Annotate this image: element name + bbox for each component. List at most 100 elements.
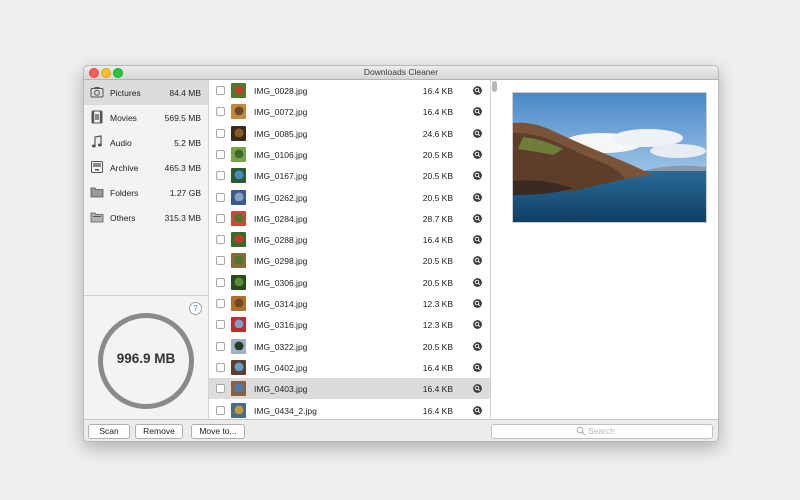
file-checkbox[interactable] (216, 128, 225, 138)
magnify-icon[interactable] (473, 107, 482, 117)
sidebar-item-audio[interactable]: Audio 5.2 MB (84, 130, 208, 155)
file-thumbnail (231, 338, 246, 354)
magnify-icon[interactable] (473, 299, 482, 308)
file-name: IMG_0167.jpg (254, 171, 308, 182)
file-size: 20.5 KB (422, 192, 453, 203)
file-checkbox[interactable] (216, 149, 225, 159)
file-thumbnail (231, 232, 246, 248)
file-thumbnail (231, 359, 246, 375)
file-row[interactable]: IMG_0085.jpg 24.6 KB (209, 123, 490, 144)
magnify-icon[interactable] (473, 149, 482, 159)
remove-button[interactable]: Remove (135, 424, 183, 439)
magnify-icon[interactable] (473, 320, 482, 330)
file-name: IMG_0434_2.jpg (254, 405, 317, 416)
file-checkbox[interactable] (216, 107, 225, 117)
file-checkbox[interactable] (216, 256, 225, 266)
file-row[interactable]: IMG_0316.jpg 12.3 KB (209, 314, 490, 335)
file-size: 16.4 KB (422, 86, 453, 96)
file-row[interactable]: IMG_0262.jpg 20.5 KB (209, 187, 490, 208)
magnify-icon[interactable] (473, 192, 482, 202)
file-thumbnail (231, 83, 246, 98)
file-checkbox[interactable] (216, 320, 225, 330)
file-row[interactable]: IMG_0028.jpg 16.4 KB (209, 80, 490, 101)
magnify-icon[interactable] (473, 171, 482, 181)
file-thumbnail (231, 317, 246, 333)
file-size: 16.4 KB (422, 235, 453, 246)
title-bar: Downloads Cleaner (84, 66, 718, 80)
search-icon (576, 426, 586, 436)
sidebar-item-size: 465.3 MB (164, 163, 201, 173)
file-row[interactable]: IMG_0072.jpg 16.4 KB (209, 101, 490, 122)
sidebar-item-others[interactable]: Others 315.3 MB (84, 205, 208, 230)
file-name: IMG_0306.jpg (254, 277, 308, 288)
scan-button[interactable]: Scan (88, 424, 130, 439)
magnify-icon[interactable] (473, 256, 482, 266)
magnify-icon[interactable] (473, 235, 482, 245)
file-checkbox[interactable] (216, 86, 225, 95)
file-checkbox[interactable] (216, 235, 225, 245)
magnify-icon[interactable] (473, 213, 482, 223)
magnify-icon[interactable] (473, 384, 482, 394)
file-row[interactable]: IMG_0288.jpg 16.4 KB (209, 229, 490, 250)
file-thumbnail (231, 253, 246, 269)
file-name: IMG_0284.jpg (254, 213, 308, 224)
bottom-toolbar: Scan Remove Move to... Search (84, 419, 718, 441)
sidebar-divider (84, 295, 208, 296)
sidebar-item-label: Audio (110, 138, 132, 148)
magnify-icon[interactable] (473, 405, 482, 415)
total-size-label: 996.9 MB (116, 351, 176, 366)
file-row[interactable]: IMG_0403.jpg 16.4 KB (209, 378, 490, 400)
file-name: IMG_0106.jpg (254, 149, 308, 160)
file-list-scrollbar[interactable] (492, 81, 497, 92)
file-name: IMG_0085.jpg (254, 128, 308, 139)
folder-icon (90, 187, 104, 198)
sidebar-item-label: Pictures (110, 88, 141, 98)
file-row[interactable]: IMG_0434_2.jpg 16.4 KB (209, 400, 490, 420)
file-checkbox[interactable] (216, 192, 225, 202)
search-input[interactable]: Search (491, 424, 713, 439)
file-checkbox[interactable] (216, 171, 225, 181)
film-icon (91, 110, 103, 124)
file-thumbnail (231, 168, 246, 184)
file-checkbox[interactable] (216, 405, 225, 415)
file-name: IMG_0316.jpg (254, 320, 308, 331)
file-size: 16.4 KB (422, 405, 453, 416)
file-row[interactable]: IMG_0106.jpg 20.5 KB (209, 144, 490, 165)
help-button[interactable]: ? (189, 302, 202, 315)
file-row[interactable]: IMG_0284.jpg 28.7 KB (209, 208, 490, 229)
files-icon (90, 212, 104, 223)
magnify-icon[interactable] (473, 362, 482, 372)
window-title: Downloads Cleaner (363, 67, 439, 77)
sidebar-item-label: Movies (110, 113, 137, 123)
file-thumbnail (231, 274, 246, 290)
magnify-icon[interactable] (473, 128, 482, 138)
file-row[interactable]: IMG_0322.jpg 20.5 KB (209, 336, 490, 357)
file-checkbox[interactable] (216, 341, 225, 351)
file-checkbox[interactable] (216, 277, 225, 287)
file-checkbox[interactable] (216, 362, 225, 372)
file-size: 20.5 KB (422, 341, 453, 352)
sidebar-item-pictures[interactable]: Pictures 84.4 MB (84, 80, 208, 105)
file-size: 20.5 KB (422, 171, 453, 182)
file-thumbnail (231, 402, 246, 418)
file-row[interactable]: IMG_0298.jpg 20.5 KB (209, 250, 490, 271)
move-to-button[interactable]: Move to... (191, 424, 245, 439)
magnify-icon[interactable] (473, 341, 482, 351)
file-list: IMG_0028.jpg 16.4 KB IMG_0072.jpg 16.4 KB IM… (209, 80, 491, 419)
magnify-icon[interactable] (473, 86, 482, 95)
sidebar-item-movies[interactable]: Movies 569.5 MB (84, 105, 208, 130)
file-checkbox[interactable] (216, 384, 225, 394)
sidebar-item-folders[interactable]: Folders 1.27 GB (84, 180, 208, 205)
file-row[interactable]: IMG_0314.jpg 12.3 KB (209, 293, 490, 314)
file-checkbox[interactable] (216, 299, 225, 308)
file-thumbnail (231, 381, 246, 397)
file-size: 28.7 KB (422, 213, 453, 224)
file-name: IMG_0288.jpg (254, 235, 308, 246)
magnify-icon[interactable] (473, 277, 482, 287)
sidebar-item-archive[interactable]: Archive 465.3 MB (84, 155, 208, 180)
file-row[interactable]: IMG_0167.jpg 20.5 KB (209, 165, 490, 186)
file-checkbox[interactable] (216, 213, 225, 223)
file-name: IMG_0402.jpg (254, 362, 308, 373)
file-row[interactable]: IMG_0306.jpg 20.5 KB (209, 272, 490, 293)
file-row[interactable]: IMG_0402.jpg 16.4 KB (209, 357, 490, 378)
